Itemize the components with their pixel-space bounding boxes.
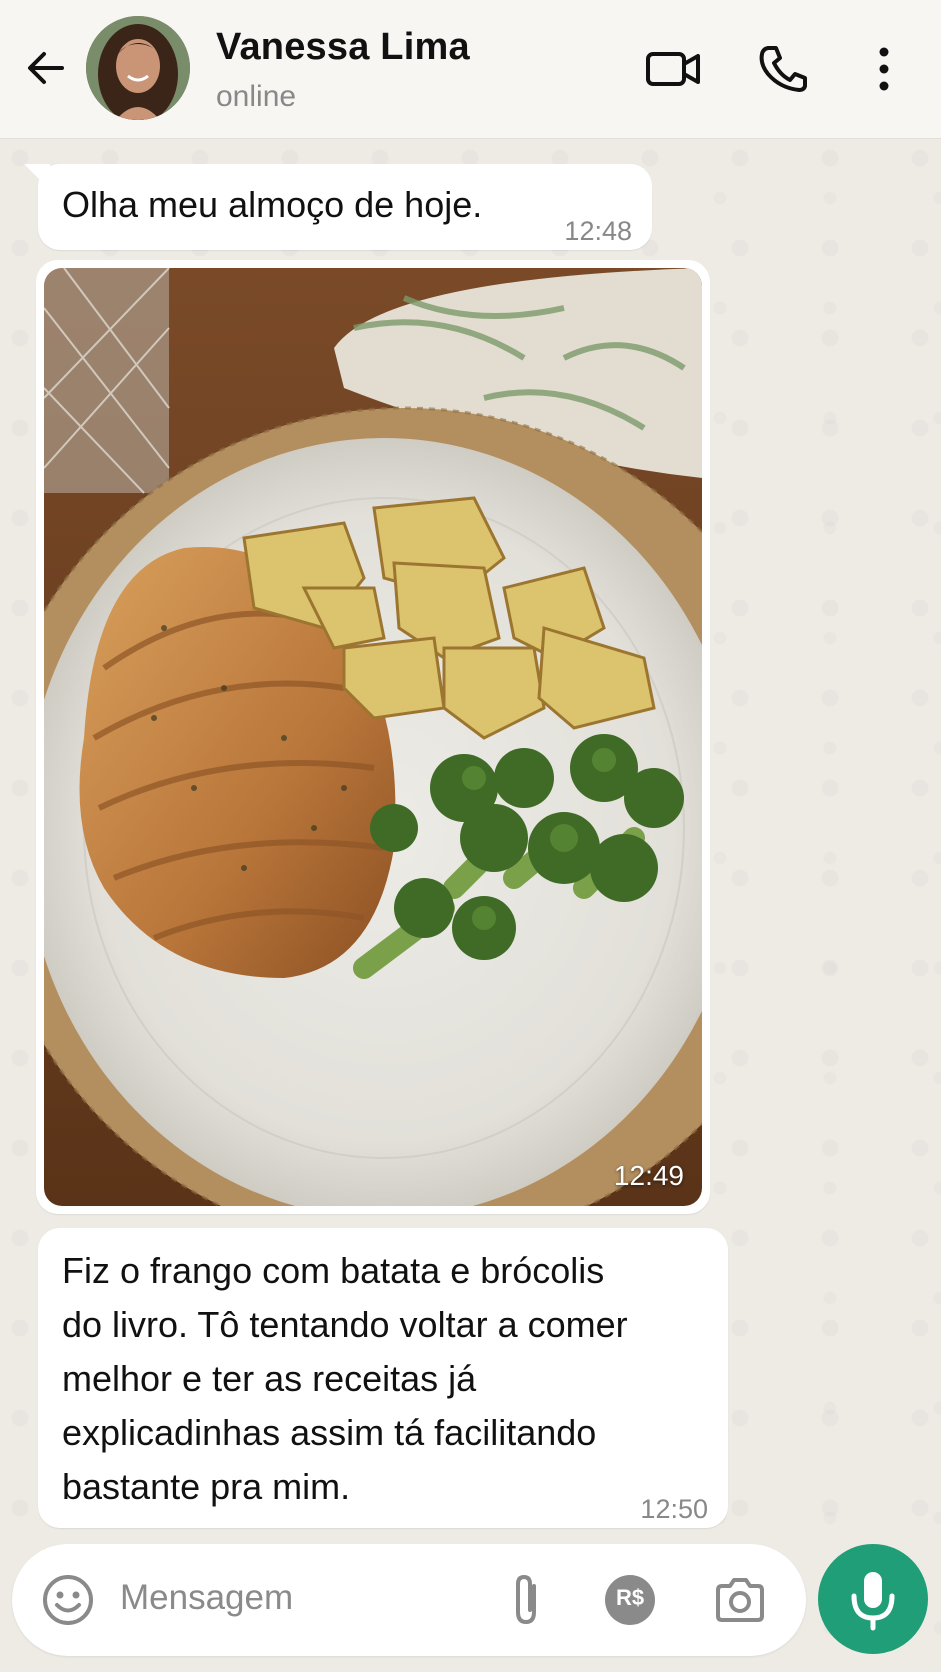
avatar[interactable] bbox=[86, 16, 190, 120]
message-time: 12:49 bbox=[613, 1160, 684, 1191]
message-text: Olha meu almoço de hoje. bbox=[62, 184, 483, 225]
mic-button[interactable] bbox=[818, 1544, 928, 1654]
more-options-icon[interactable] bbox=[856, 42, 912, 96]
mic-icon bbox=[851, 1572, 895, 1631]
image-message[interactable]: 12:49 bbox=[36, 260, 710, 1214]
chat-header: Vanessa Lima online bbox=[0, 0, 941, 139]
message-line: explicadinhas assim tá facilitando bbox=[62, 1412, 597, 1453]
message-time: 12:48 bbox=[564, 216, 632, 246]
back-arrow-icon[interactable] bbox=[22, 44, 70, 92]
camera-icon[interactable] bbox=[712, 1572, 768, 1628]
message-composer: Mensagem R$ bbox=[12, 1544, 806, 1656]
message-text: Fiz o frango com batata e brócolis do li… bbox=[62, 1244, 712, 1514]
payment-label: R$ bbox=[615, 1585, 645, 1610]
message-input[interactable]: Mensagem bbox=[120, 1578, 293, 1618]
message-line: bastante pra mim. bbox=[62, 1466, 351, 1507]
voice-call-icon[interactable] bbox=[754, 42, 814, 96]
message-line: melhor e ter as receitas já bbox=[62, 1358, 477, 1399]
message-bubble[interactable]: Fiz o frango com batata e brócolis do li… bbox=[38, 1228, 728, 1528]
contact-name[interactable]: Vanessa Lima bbox=[216, 26, 470, 69]
message-bubble[interactable]: Olha meu almoço de hoje. 12:48 bbox=[38, 164, 652, 250]
emoji-icon[interactable] bbox=[40, 1572, 96, 1628]
attach-icon[interactable] bbox=[500, 1572, 556, 1628]
video-call-icon[interactable] bbox=[644, 42, 704, 96]
message-line: do livro. Tô tentando voltar a comer bbox=[62, 1304, 628, 1345]
message-line: Fiz o frango com batata e brócolis bbox=[62, 1250, 605, 1291]
contact-status: online bbox=[216, 80, 297, 113]
payment-icon[interactable]: R$ bbox=[602, 1572, 658, 1628]
message-time: 12:50 bbox=[640, 1494, 708, 1524]
lunch-photo[interactable]: 12:49 bbox=[44, 268, 702, 1206]
